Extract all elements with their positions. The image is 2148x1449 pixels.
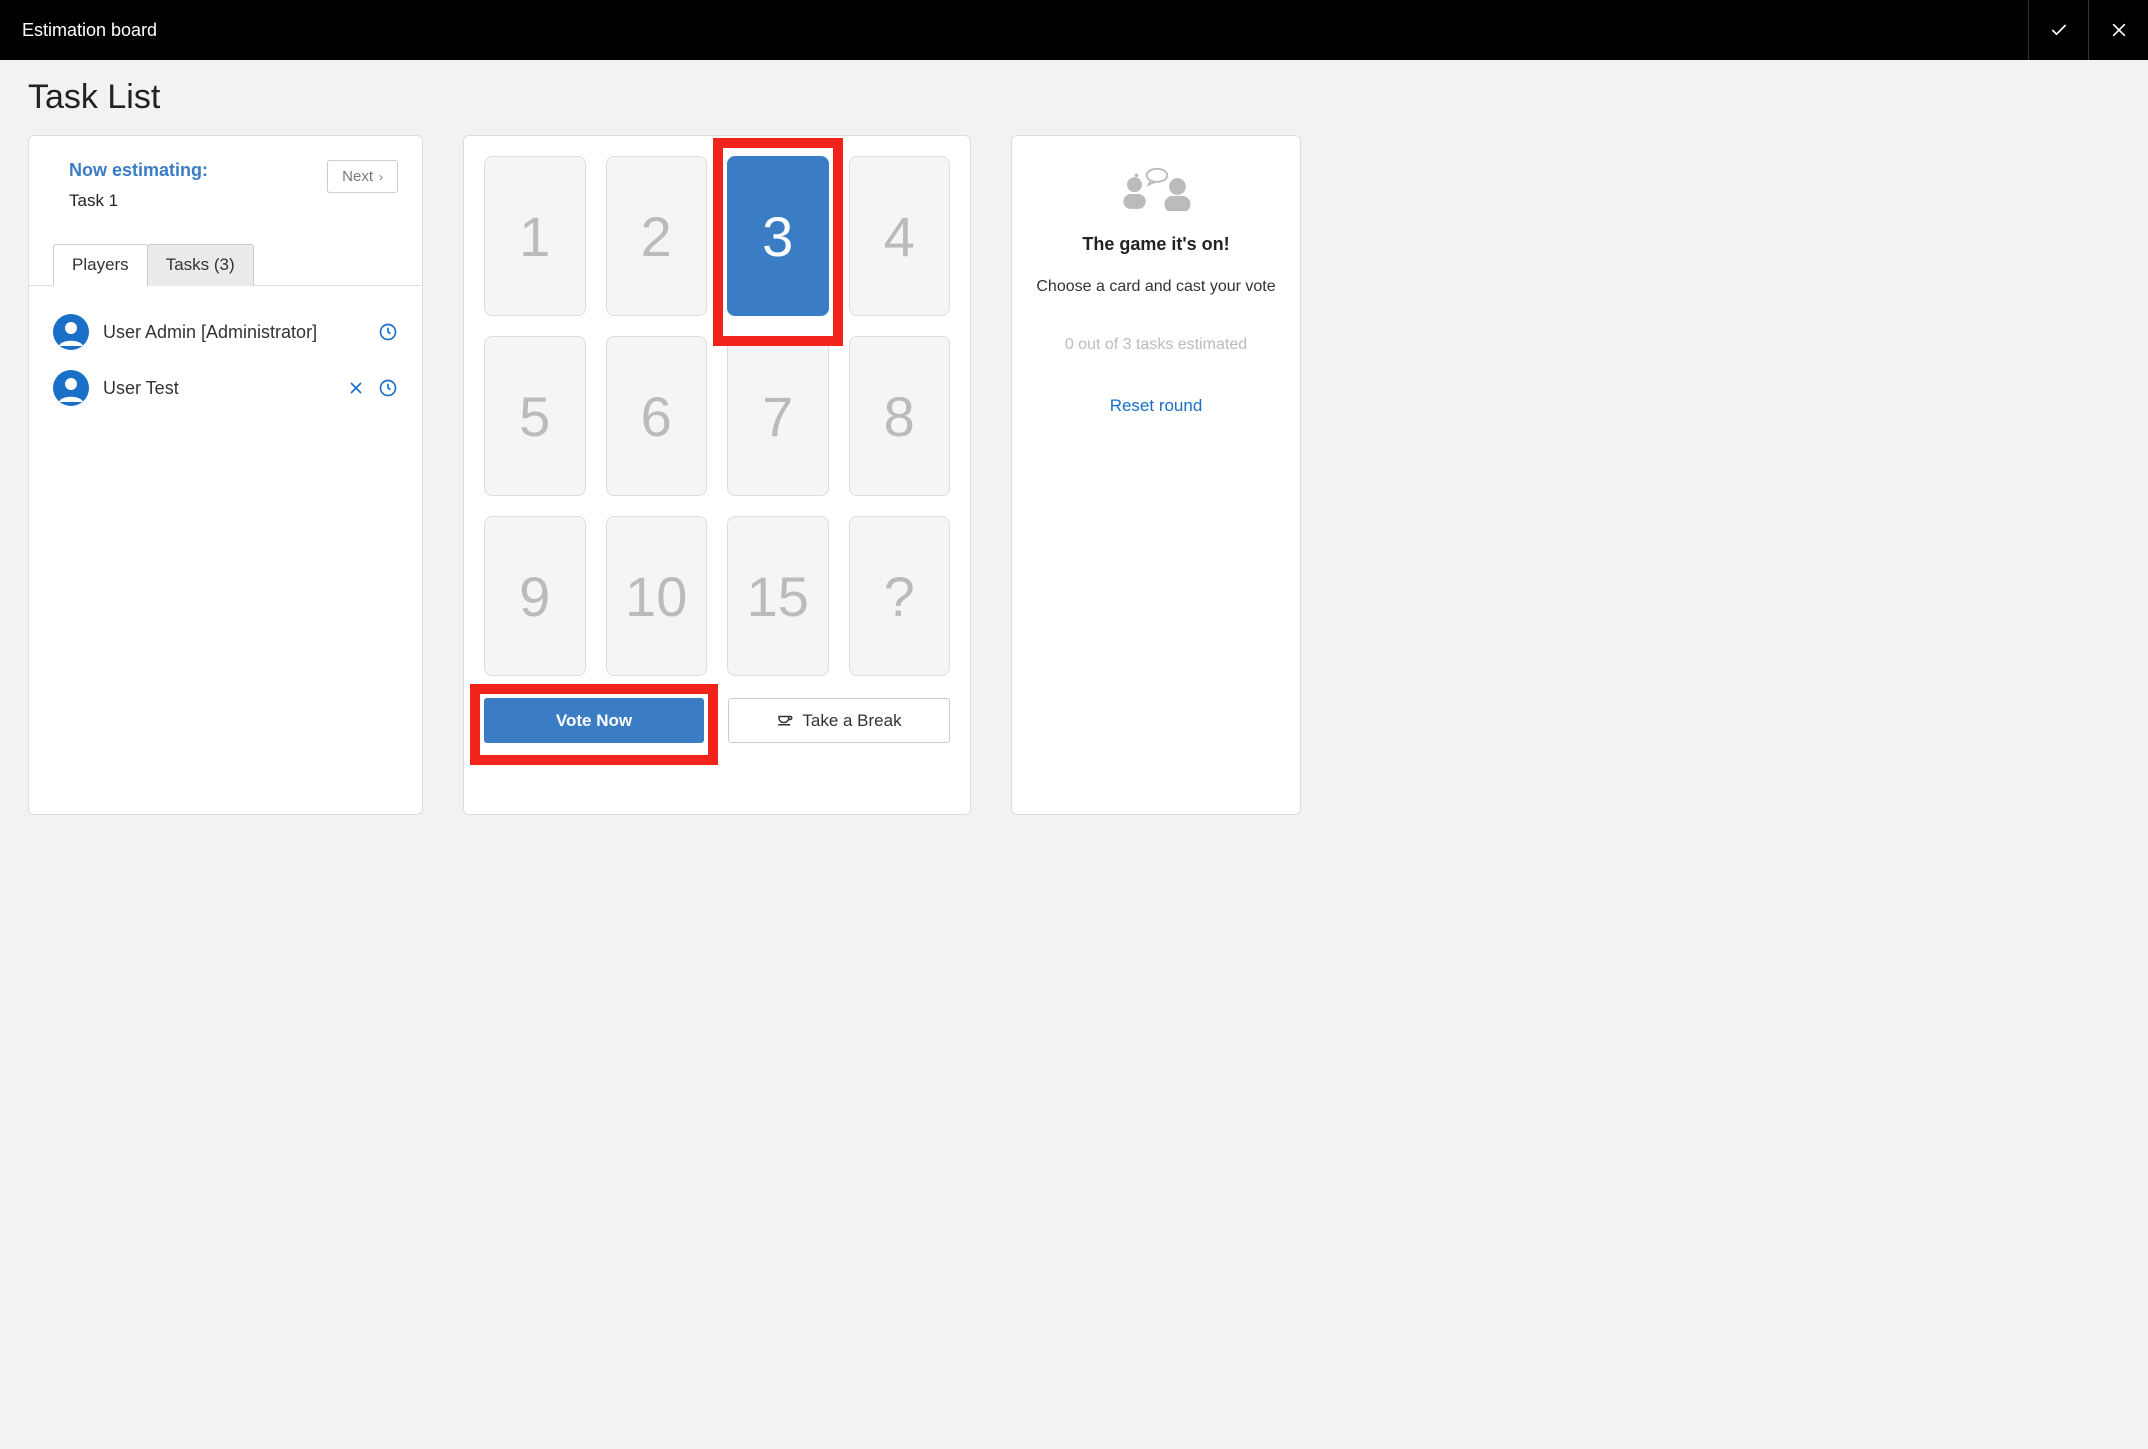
estimate-card-5[interactable]: 5 — [484, 336, 586, 496]
close-button[interactable] — [2088, 0, 2148, 60]
now-estimating-label: Now estimating: — [69, 160, 208, 181]
confirm-button[interactable] — [2028, 0, 2088, 60]
page-title: Task List — [28, 78, 2120, 117]
app-title: Estimation board — [22, 20, 157, 41]
tab-tasks[interactable]: Tasks (3) — [147, 244, 254, 286]
player-name: User Test — [103, 378, 346, 399]
estimate-card-10[interactable]: 10 — [606, 516, 708, 676]
instruction-text: Choose a card and cast your vote — [1030, 275, 1282, 298]
check-icon — [2049, 20, 2069, 40]
game-status-title: The game it's on! — [1030, 234, 1282, 255]
top-bar-actions — [2028, 0, 2148, 60]
vote-now-button[interactable]: Vote Now — [484, 698, 704, 743]
close-icon — [2109, 20, 2129, 40]
avatar-icon — [53, 314, 89, 350]
estimate-card-9[interactable]: 9 — [484, 516, 586, 676]
cards-panel: 1 2 3 4 5 6 7 8 9 10 15 ? Vote Now — [463, 135, 971, 815]
top-bar: Estimation board — [0, 0, 2148, 60]
progress-text: 0 out of 3 tasks estimated — [1030, 336, 1282, 354]
next-button-label: Next — [342, 168, 373, 185]
game-info-panel: The game it's on! Choose a card and cast… — [1011, 135, 1301, 815]
task-list-panel: Now estimating: Task 1 Next › Players Ta… — [28, 135, 423, 815]
take-break-button[interactable]: Take a Break — [728, 698, 950, 743]
current-task: Task 1 — [69, 191, 208, 211]
estimate-card-4[interactable]: 4 — [849, 156, 951, 316]
clock-icon[interactable] — [378, 378, 398, 398]
estimate-card-2[interactable]: 2 — [606, 156, 708, 316]
player-row: User Test — [49, 360, 402, 416]
chevron-right-icon: › — [379, 170, 383, 184]
coffee-icon — [776, 709, 794, 732]
tabs: Players Tasks (3) — [29, 243, 422, 286]
remove-icon[interactable] — [346, 378, 366, 398]
next-button[interactable]: Next › — [327, 160, 398, 193]
discussion-icon — [1114, 166, 1198, 216]
estimate-card-6[interactable]: 6 — [606, 336, 708, 496]
estimate-card-15[interactable]: 15 — [727, 516, 829, 676]
estimate-card-7[interactable]: 7 — [727, 336, 829, 496]
estimate-card-8[interactable]: 8 — [849, 336, 951, 496]
avatar-icon — [53, 370, 89, 406]
clock-icon[interactable] — [378, 322, 398, 342]
estimate-card-1[interactable]: 1 — [484, 156, 586, 316]
player-row: User Admin [Administrator] — [49, 304, 402, 360]
player-name: User Admin [Administrator] — [103, 322, 378, 343]
reset-round-link[interactable]: Reset round — [1030, 396, 1282, 416]
take-break-label: Take a Break — [802, 711, 901, 731]
tab-players[interactable]: Players — [53, 244, 148, 286]
estimate-card-unknown[interactable]: ? — [849, 516, 951, 676]
estimate-card-3[interactable]: 3 — [727, 156, 829, 316]
